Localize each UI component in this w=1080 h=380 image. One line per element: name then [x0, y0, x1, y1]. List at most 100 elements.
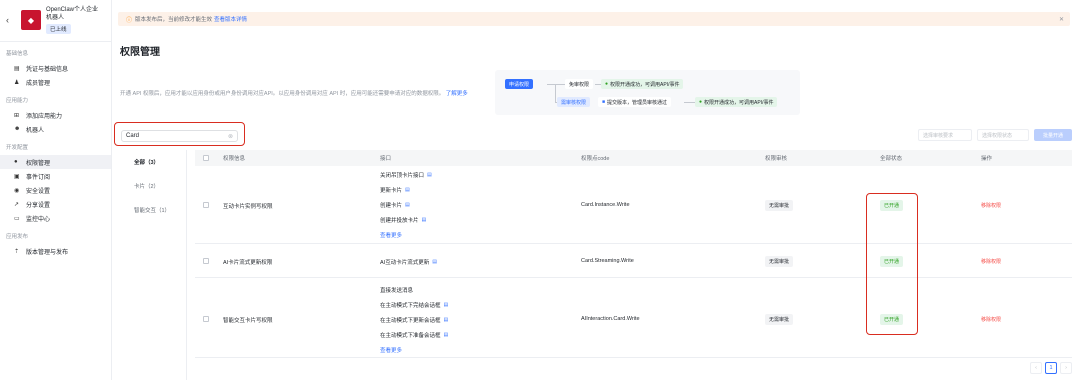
api-item: 创建卡片 ▤	[380, 197, 432, 212]
permission-flow-diagram: 申请权限 免审权限 ● 权限开通成功，可调用API/事件 需审核权限 ■ 提交版…	[495, 70, 800, 115]
sidebar-item-label: 添加应用能力	[26, 113, 63, 120]
status-filter-select[interactable]: 选择权限状态	[977, 129, 1029, 141]
api-item: 在主动模式下完结会话框 ▤	[380, 297, 448, 312]
learn-more-link[interactable]: 了解更多	[446, 91, 468, 97]
category-ai-interaction[interactable]: 智能交互（1）	[112, 198, 187, 222]
flow-connector	[684, 102, 695, 103]
app-status-badge: 已上线	[46, 24, 71, 34]
row-checkbox[interactable]	[203, 258, 209, 264]
app-name-line1: OpenClaw个人企业	[46, 7, 99, 13]
sidebar-item-versions[interactable]: ⇡ 版本管理与发布	[0, 244, 111, 258]
page-number[interactable]: 1	[1045, 362, 1057, 374]
page-description: 开通 API 权限后，应用才能以应用身份或用户身份调用对应API。以应用身份调用…	[120, 89, 468, 97]
nav-group-basic: 基础信息 ▤ 凭证与基础信息 ♟ 成员管理	[0, 44, 111, 89]
permission-code: AIInteraction.Card.Write	[581, 316, 640, 322]
header-name: 权限信息	[223, 156, 246, 162]
review-filter-select[interactable]: 选择审核要求	[918, 129, 972, 141]
header-review: 权限审核	[765, 156, 788, 162]
sidebar-item-monitor[interactable]: ▭ 监控中心	[0, 211, 111, 225]
remove-permission-button[interactable]: 移除权限	[981, 316, 1001, 323]
back-icon[interactable]: ‹	[6, 15, 18, 25]
select-all-checkbox[interactable]	[203, 155, 209, 161]
header-code: 权限点code	[581, 156, 610, 162]
pagination: ‹ 1 ›	[1030, 362, 1072, 374]
doc-icon[interactable]: ▤	[444, 302, 449, 308]
api-name: AI互动卡片流式更新	[380, 259, 430, 266]
flow-apply-node: 申请权限	[505, 79, 534, 89]
filter-bar: 选择审核要求 选择权限状态 批量开通	[918, 129, 1072, 141]
remove-permission-button[interactable]: 移除权限	[981, 202, 1001, 209]
sidebar-item-add-capability[interactable]: ⊞ 添加应用能力	[0, 108, 111, 122]
sidebar-item-label: 权限管理	[26, 160, 51, 167]
permission-code: Card.Streaming.Write	[581, 258, 634, 264]
table-row: AI卡片流式更新权限 AI互动卡片流式更新 ▤ Card.Streaming.Wr…	[195, 244, 1072, 278]
api-item: 创建并投放卡片 ▤	[380, 212, 432, 227]
prev-page-icon[interactable]: ‹	[1030, 362, 1042, 374]
sidebar-item-share[interactable]: ↗ 分享设置	[0, 197, 111, 211]
flow-review-success-text: 权限开通成功，可调用API/事件	[704, 99, 774, 106]
api-name: 在主动模式下完结会话框	[380, 302, 441, 309]
row-checkbox[interactable]	[203, 202, 209, 208]
api-name: 直接发送消息	[380, 287, 414, 294]
flow-free-success-text: 权限开通成功，可调用API/事件	[610, 81, 680, 88]
api-item: 在主动模式下更新会话框 ▤	[380, 312, 448, 327]
api-item: AI互动卡片流式更新 ▤	[380, 254, 437, 269]
api-list: 直接发送消息 在主动模式下完结会话框 ▤ 在主动模式下更新会话框 ▤ 在主动模式下准…	[380, 282, 448, 357]
category-card[interactable]: 卡片（2）	[112, 174, 187, 198]
table-header: 权限信息 接口 权限点code 权限审核 全部状态 操作	[195, 150, 1072, 166]
app-root: ‹ ◆ OpenClaw个人企业 机器人 已上线 基础信息 ▤ 凭证与基础信息 …	[0, 0, 1080, 380]
clear-icon[interactable]: ⊗	[228, 133, 233, 140]
close-icon[interactable]: ✕	[1059, 16, 1064, 23]
sidebar-item-members[interactable]: ♟ 成员管理	[0, 75, 111, 89]
sidebar-item-credentials[interactable]: ▤ 凭证与基础信息	[0, 61, 111, 75]
flow-connector	[547, 84, 565, 85]
banner-link[interactable]: 查看版本详情	[214, 15, 247, 23]
doc-icon[interactable]: ▤	[432, 259, 437, 265]
flow-review-success-node: ● 权限开通成功，可调用API/事件	[695, 97, 778, 107]
sidebar-item-label: 机器人	[26, 127, 45, 134]
flow-connector	[555, 84, 556, 102]
sidebar-item-label: 凭证与基础信息	[26, 66, 69, 73]
banner-text: 版本发布后，当前修改才能生效	[135, 17, 213, 23]
api-name: 更新卡片	[380, 187, 403, 194]
api-name: 在主动模式下准备会话框	[380, 332, 441, 339]
header-status: 全部状态	[880, 156, 903, 162]
app-header: ‹ ◆ OpenClaw个人企业 机器人 已上线	[0, 0, 111, 42]
batch-enable-button[interactable]: 批量开通	[1034, 129, 1072, 141]
doc-icon[interactable]: ▤	[405, 202, 410, 208]
category-list: 全部（3） 卡片（2） 智能交互（1）	[112, 150, 187, 222]
sidebar-item-bot[interactable]: ☻ 机器人	[0, 122, 111, 136]
doc-icon[interactable]: ▤	[427, 172, 432, 178]
doc-icon[interactable]: ▤	[405, 187, 410, 193]
app-name-line2: 机器人	[46, 15, 65, 21]
review-tag: 无需审批	[765, 200, 794, 211]
doc-icon[interactable]: ▤	[422, 217, 427, 223]
sidebar: ‹ ◆ OpenClaw个人企业 机器人 已上线 基础信息 ▤ 凭证与基础信息 …	[0, 0, 112, 380]
remove-permission-button[interactable]: 移除权限	[981, 258, 1001, 265]
flow-submit-text: 提交版本，管理员审核通过	[607, 99, 668, 106]
api-name: 创建卡片	[380, 202, 403, 209]
header-action: 操作	[981, 156, 993, 162]
api-item: 在主动模式下准备会话框 ▤	[380, 327, 448, 342]
row-checkbox[interactable]	[203, 316, 209, 322]
bot-icon: ☻	[14, 126, 21, 132]
permission-table: 权限信息 接口 权限点code 权限审核 全部状态 操作 互动卡片实例写权限 关…	[195, 150, 1072, 358]
sidebar-item-permissions[interactable]: ● 权限管理	[0, 155, 111, 169]
sidebar-item-label: 成员管理	[26, 80, 51, 87]
flow-free-success-node: ● 权限开通成功，可调用API/事件	[601, 79, 684, 89]
view-more-link[interactable]: 查看更多	[380, 227, 432, 242]
permission-code: Card.Instance.Write	[581, 202, 630, 208]
search-input[interactable]: Card ⊗	[121, 130, 238, 142]
sidebar-item-label: 安全设置	[26, 188, 51, 195]
description-text: 开通 API 权限后，应用才能以应用身份或用户身份调用对应API。以应用身份调用…	[120, 91, 445, 97]
doc-icon[interactable]: ▤	[444, 332, 449, 338]
version-icon: ■	[602, 99, 606, 105]
doc-icon[interactable]: ▤	[444, 317, 449, 323]
group-label-dev: 开发配置	[6, 145, 29, 151]
category-all[interactable]: 全部（3）	[112, 150, 187, 174]
next-page-icon[interactable]: ›	[1060, 362, 1072, 374]
view-more-link[interactable]: 查看更多	[380, 342, 448, 357]
check-circle-icon: ●	[699, 99, 703, 105]
sidebar-item-events[interactable]: ▣ 事件订阅	[0, 169, 111, 183]
sidebar-item-security[interactable]: ◉ 安全设置	[0, 183, 111, 197]
